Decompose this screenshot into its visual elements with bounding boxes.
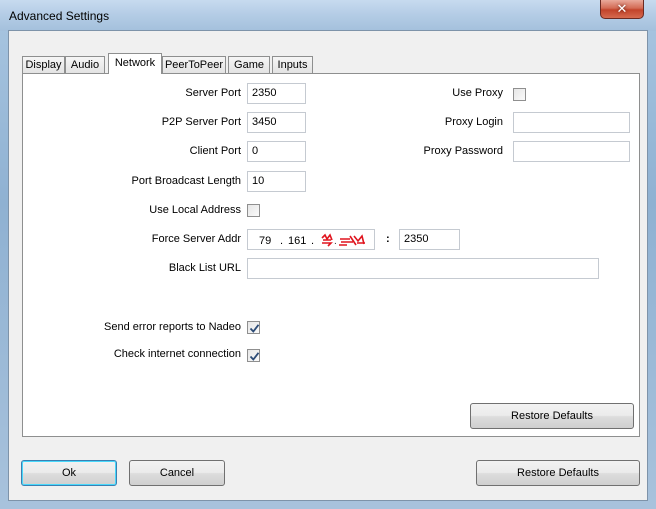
close-button[interactable]: ✕ (600, 0, 644, 19)
restore-defaults-button[interactable]: Restore Defaults (476, 460, 640, 486)
send-error-reports-label: Send error reports to Nadeo (104, 321, 241, 333)
proxy-login-label: Proxy Login (444, 116, 503, 128)
ip-octet-2: 161 (288, 235, 307, 247)
checkmark-icon (249, 352, 260, 361)
force-server-ip-input[interactable]: 79 . 161 . . (247, 229, 375, 250)
use-local-address-label: Use Local Address (149, 204, 241, 216)
cancel-button[interactable]: Cancel (129, 460, 225, 486)
black-list-url-label: Black List URL (168, 262, 241, 274)
ok-button[interactable]: Ok (21, 460, 117, 486)
use-proxy-label: Use Proxy (452, 87, 503, 99)
tab-display[interactable]: Display (22, 56, 65, 73)
ip-dot-1: . (280, 235, 284, 247)
ip-dot-2: . (311, 235, 315, 247)
close-icon: ✕ (616, 1, 628, 16)
check-internet-label: Check internet connection (113, 348, 241, 360)
checkmark-icon (249, 324, 260, 333)
server-port-input[interactable]: 2350 (247, 83, 306, 104)
server-port-label: Server Port (185, 87, 241, 99)
proxy-login-input[interactable] (513, 112, 630, 133)
p2p-server-port-input[interactable]: 3450 (247, 112, 306, 133)
tab-audio[interactable]: Audio (65, 56, 105, 73)
proxy-password-label: Proxy Password (423, 145, 503, 157)
check-internet-checkbox[interactable] (247, 349, 260, 362)
ip-octet-1: 79 (259, 235, 272, 247)
client-port-input[interactable]: 0 (247, 141, 306, 162)
tab-network[interactable]: Network (108, 53, 162, 74)
port-broadcast-length-label: Port Broadcast Length (131, 175, 241, 187)
dialog-client-area: Display Audio Network PeerToPeer Game In… (8, 30, 648, 501)
proxy-password-input[interactable] (513, 141, 630, 162)
window-title: Advanced Settings (9, 9, 110, 23)
force-server-addr-label: Force Server Addr (151, 233, 241, 245)
black-list-url-input[interactable] (247, 258, 599, 279)
redaction-scribble: . (321, 233, 365, 247)
port-broadcast-length-input[interactable]: 10 (247, 171, 306, 192)
svg-text:.: . (334, 236, 337, 247)
tab-inputs[interactable]: Inputs (272, 56, 313, 73)
client-port-label: Client Port (189, 145, 241, 157)
panel-restore-defaults-button[interactable]: Restore Defaults (470, 403, 634, 429)
use-local-address-checkbox[interactable] (247, 204, 260, 217)
tab-peertopeer[interactable]: PeerToPeer (162, 56, 226, 73)
port-separator: : (386, 233, 390, 245)
force-server-port-input[interactable]: 2350 (399, 229, 460, 250)
p2p-server-port-label: P2P Server Port (161, 116, 241, 128)
tab-game[interactable]: Game (228, 56, 270, 73)
send-error-reports-checkbox[interactable] (247, 321, 260, 334)
use-proxy-checkbox[interactable] (513, 88, 526, 101)
title-bar: Advanced Settings ✕ (0, 0, 656, 31)
network-panel: Server Port 2350 P2P Server Port 3450 Cl… (22, 73, 640, 437)
